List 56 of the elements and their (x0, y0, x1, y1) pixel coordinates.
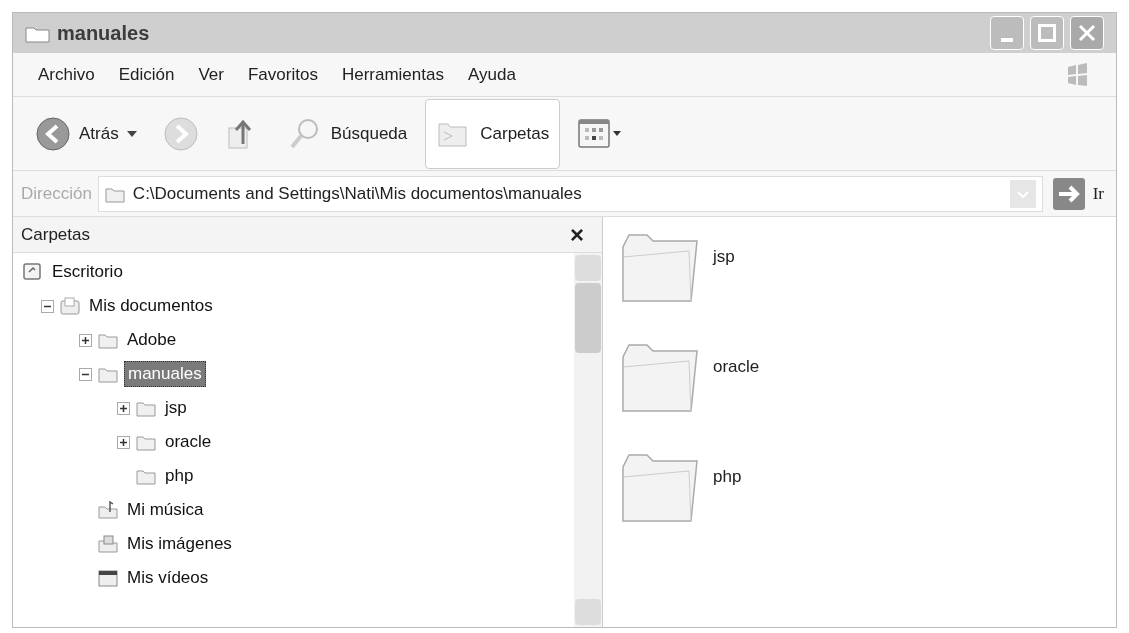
collapse-toggle[interactable] (79, 367, 92, 381)
folder-icon (621, 343, 699, 413)
tree-item[interactable]: oracle (162, 430, 215, 454)
folder-name[interactable]: php (713, 464, 742, 490)
expand-toggle[interactable] (79, 333, 92, 347)
pictures-folder-icon (98, 535, 118, 553)
address-field[interactable]: C:\Documents and Settings\Nati\Mis documentos\manuales (97, 175, 1043, 212)
folders-button[interactable]: Carpetas (425, 98, 561, 169)
tree-item[interactable]: Mis documentos (86, 294, 216, 318)
close-button[interactable] (1070, 16, 1104, 50)
folder-name[interactable]: jsp (713, 244, 735, 270)
maximize-button[interactable] (1030, 16, 1064, 50)
collapse-toggle[interactable] (41, 299, 54, 313)
views-icon (578, 116, 623, 151)
tree-item[interactable]: Mis imágenes (124, 532, 235, 556)
caret-icon (126, 130, 137, 137)
plus-icon (81, 335, 90, 345)
tree-item[interactable]: Mis vídeos (124, 566, 212, 590)
folder-icon (136, 467, 156, 485)
menu-item[interactable]: Herramientas (341, 61, 444, 88)
folder-icon (621, 233, 699, 303)
close-pane-button[interactable]: × (570, 222, 594, 247)
menu-item[interactable]: Archivo (38, 61, 95, 88)
scrollbar[interactable] (574, 253, 602, 627)
expand-toggle[interactable] (117, 401, 130, 415)
folder-icon (98, 331, 118, 349)
menu-item[interactable]: Ayuda (467, 61, 516, 88)
tree-item[interactable]: manuales (124, 361, 206, 387)
back-button[interactable]: Atrás (27, 105, 145, 162)
tree-item[interactable]: Adobe (124, 328, 180, 352)
tree-item[interactable]: jsp (162, 396, 190, 420)
tree-item[interactable]: php (162, 464, 197, 488)
window-title: manuales (57, 21, 150, 46)
folder-icon (136, 433, 156, 451)
folder-name[interactable]: oracle (713, 354, 760, 380)
folder-icon (621, 453, 699, 523)
music-folder-icon (98, 501, 118, 519)
close-icon (1078, 24, 1096, 42)
documents-folder-icon (60, 297, 80, 315)
menu-item[interactable]: Ver (198, 61, 224, 88)
minimize-button[interactable] (990, 16, 1024, 50)
address-label: Dirección (21, 182, 92, 205)
tree-item[interactable]: Mi música (124, 498, 207, 522)
videos-folder-icon (98, 569, 118, 587)
menu-item[interactable]: Favoritos (248, 61, 318, 88)
folder-icon (98, 365, 118, 383)
desktop-icon (23, 263, 43, 281)
plus-icon (119, 403, 128, 413)
plus-icon (119, 437, 128, 447)
go-button[interactable]: Ir (1048, 177, 1108, 210)
tree-item[interactable]: Escritorio (49, 260, 126, 284)
expand-toggle[interactable] (117, 435, 130, 449)
menu-item[interactable]: Edición (118, 61, 175, 88)
pane-title: Carpetas (21, 223, 90, 246)
folder-icon (136, 399, 156, 417)
search-button[interactable]: Búsqueda (278, 105, 416, 162)
